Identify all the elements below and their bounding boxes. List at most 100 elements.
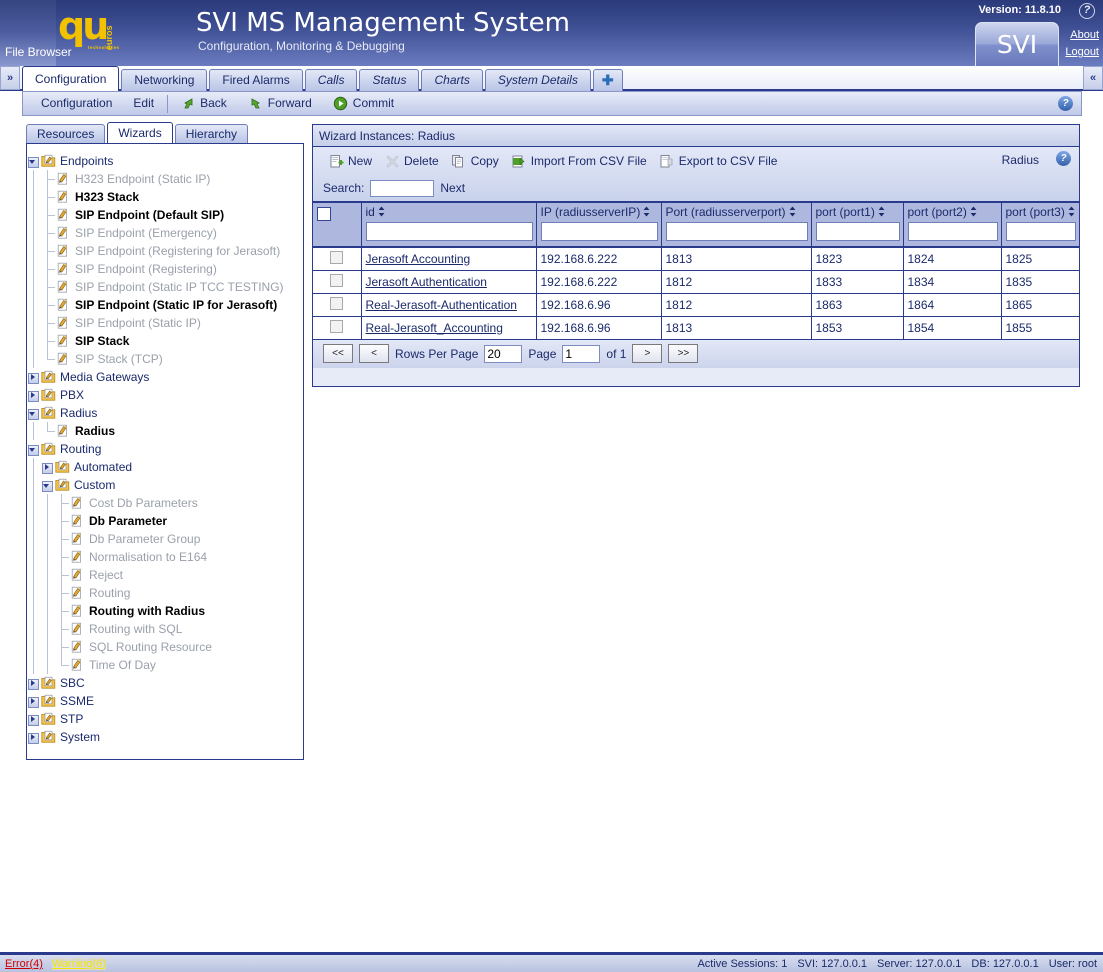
rows-per-page-input[interactable]: [484, 344, 523, 363]
tree-item-ssme[interactable]: SSME: [27, 692, 303, 710]
tab-system-details[interactable]: System Details: [484, 69, 591, 91]
menu-item-edit[interactable]: Edit: [123, 92, 165, 115]
column-filter-input[interactable]: [365, 222, 533, 241]
tree-item-h323-stack[interactable]: H323 Stack: [27, 188, 303, 206]
column-header-port-port2[interactable]: port (port2): [903, 203, 1002, 248]
tree-expand-toggle-icon[interactable]: [27, 732, 39, 744]
tree-expand-toggle-icon[interactable]: [27, 714, 39, 726]
previous-page-button[interactable]: <: [359, 344, 389, 363]
tree-item-sip-endpoint-registering-for-jerasoft[interactable]: SIP Endpoint (Registering for Jerasoft): [27, 242, 303, 260]
row-checkbox[interactable]: [330, 319, 344, 333]
tab-networking[interactable]: Networking: [121, 69, 208, 91]
column-filter-input[interactable]: [540, 222, 658, 241]
tree-collapse-toggle-icon[interactable]: [27, 408, 39, 420]
column-filter-input[interactable]: [665, 222, 808, 241]
sort-toggle-icon[interactable]: [789, 206, 796, 219]
row-checkbox[interactable]: [330, 296, 344, 310]
column-header-port-port1[interactable]: port (port1): [811, 203, 904, 248]
select-all-checkbox[interactable]: [317, 207, 331, 221]
tree-item-custom[interactable]: Custom: [27, 476, 303, 494]
help-icon[interactable]: ?: [1079, 3, 1095, 19]
tree-item-routing[interactable]: Routing: [27, 440, 303, 458]
tree-item-reject[interactable]: Reject: [27, 566, 303, 584]
menubar-help-icon[interactable]: ?: [1058, 96, 1073, 111]
tree-item-automated[interactable]: Automated: [27, 458, 303, 476]
tree-item-sip-stack-tcp[interactable]: SIP Stack (TCP): [27, 350, 303, 368]
subtab-resources[interactable]: Resources: [26, 124, 106, 143]
column-header-port-radiusserverport[interactable]: Port (radiusserverport): [661, 203, 812, 248]
sort-toggle-icon[interactable]: [643, 206, 650, 219]
tree-collapse-toggle-icon[interactable]: [27, 156, 39, 168]
about-link[interactable]: About: [1070, 29, 1099, 41]
column-header-ip-radiusserverip[interactable]: IP (radiusserverIP): [536, 203, 662, 248]
table-row[interactable]: Jerasoft Accounting 192.168.6.222 1813 1823…: [313, 247, 1079, 271]
next-page-button[interactable]: >: [632, 344, 663, 363]
tree-item-sip-endpoint-default-sip[interactable]: SIP Endpoint (Default SIP): [27, 206, 303, 224]
tree-item-media-gateways[interactable]: Media Gateways: [27, 368, 303, 386]
column-header-id[interactable]: id: [361, 203, 537, 248]
tree-item-sip-endpoint-static-ip-tcc-testing[interactable]: SIP Endpoint (Static IP TCC TESTING): [27, 278, 303, 296]
tree-item-cost-db-parameters[interactable]: Cost Db Parameters: [27, 494, 303, 512]
row-link[interactable]: Real-Jerasoft-Authentication: [366, 298, 517, 312]
tree-item-sip-endpoint-emergency[interactable]: SIP Endpoint (Emergency): [27, 224, 303, 242]
sort-toggle-icon[interactable]: [970, 206, 977, 219]
tab-configuration[interactable]: Configuration: [22, 66, 120, 91]
error-count-link[interactable]: Error(4): [5, 958, 43, 970]
tree-item-endpoints[interactable]: Endpoints: [27, 152, 303, 170]
column-header-port-port3[interactable]: port (port3): [1001, 203, 1079, 248]
tree-item-system[interactable]: System: [27, 728, 303, 746]
tree-item-time-of-day[interactable]: Time Of Day: [27, 656, 303, 674]
tab-calls[interactable]: Calls: [304, 69, 358, 91]
tree-item-radius[interactable]: Radius: [27, 404, 303, 422]
tree-collapse-toggle-icon[interactable]: [41, 480, 53, 492]
tree-expand-toggle-icon[interactable]: [41, 462, 53, 474]
tree-expand-toggle-icon[interactable]: [27, 696, 39, 708]
tree-item-routing-with-radius[interactable]: Routing with Radius: [27, 602, 303, 620]
subtab-hierarchy[interactable]: Hierarchy: [174, 124, 249, 143]
tree-item-radius[interactable]: Radius: [27, 422, 303, 440]
tab-charts[interactable]: Charts: [421, 69, 483, 91]
copy-button[interactable]: Copy: [446, 150, 504, 172]
sort-toggle-icon[interactable]: [378, 206, 385, 219]
delete-button[interactable]: Delete: [379, 150, 444, 172]
table-row[interactable]: Real-Jerasoft-Authentication 192.168.6.96…: [313, 293, 1079, 317]
tree-item-routing-with-sql[interactable]: Routing with SQL: [27, 620, 303, 638]
column-filter-input[interactable]: [907, 222, 998, 241]
tree-item-db-parameter[interactable]: Db Parameter: [27, 512, 303, 530]
search-input[interactable]: [370, 179, 435, 197]
tab-status[interactable]: Status: [359, 69, 420, 91]
collapse-right-icon[interactable]: «: [1083, 66, 1103, 90]
row-checkbox[interactable]: [330, 250, 344, 264]
warning-count-link[interactable]: Warning(6): [52, 958, 106, 970]
row-checkbox[interactable]: [330, 273, 344, 287]
new-button[interactable]: New: [323, 150, 377, 172]
tree-expand-toggle-icon[interactable]: [27, 390, 39, 402]
sort-toggle-icon[interactable]: [878, 206, 885, 219]
panel-help-icon[interactable]: ?: [1056, 151, 1071, 166]
menu-item-configuration[interactable]: Configuration: [31, 92, 123, 115]
sort-toggle-icon[interactable]: [1068, 206, 1075, 219]
row-link[interactable]: Jerasoft Accounting: [366, 252, 471, 266]
menu-item-back[interactable]: Back: [170, 92, 238, 115]
tree-item-h323-endpoint-static-ip[interactable]: H323 Endpoint (Static IP): [27, 170, 303, 188]
tree-item-sip-stack[interactable]: SIP Stack: [27, 332, 303, 350]
menu-item-forward[interactable]: Forward: [238, 92, 323, 115]
tree-item-pbx[interactable]: PBX: [27, 386, 303, 404]
import-from-csv-file-button[interactable]: Import From CSV File: [506, 150, 652, 172]
tree-item-sip-endpoint-registering[interactable]: SIP Endpoint (Registering): [27, 260, 303, 278]
add-tab-icon[interactable]: ✚: [592, 69, 623, 91]
tree-expand-toggle-icon[interactable]: [27, 372, 39, 384]
logout-link[interactable]: Logout: [1065, 46, 1099, 58]
column-filter-input[interactable]: [1005, 222, 1076, 241]
first-page-button[interactable]: <<: [323, 344, 353, 363]
tree-item-sip-endpoint-static-ip[interactable]: SIP Endpoint (Static IP): [27, 314, 303, 332]
tree-item-routing[interactable]: Routing: [27, 584, 303, 602]
file-browser-label[interactable]: File Browser: [5, 45, 72, 59]
tree-item-normalisation-to-e164[interactable]: Normalisation to E164: [27, 548, 303, 566]
tree-item-sbc[interactable]: SBC: [27, 674, 303, 692]
row-link[interactable]: Real-Jerasoft_Accounting: [366, 321, 503, 335]
menu-item-commit[interactable]: Commit: [323, 92, 405, 115]
search-next-link[interactable]: Next: [440, 181, 465, 195]
table-row[interactable]: Jerasoft Authentication 192.168.6.222 1812…: [313, 270, 1079, 294]
tree-item-db-parameter-group[interactable]: Db Parameter Group: [27, 530, 303, 548]
